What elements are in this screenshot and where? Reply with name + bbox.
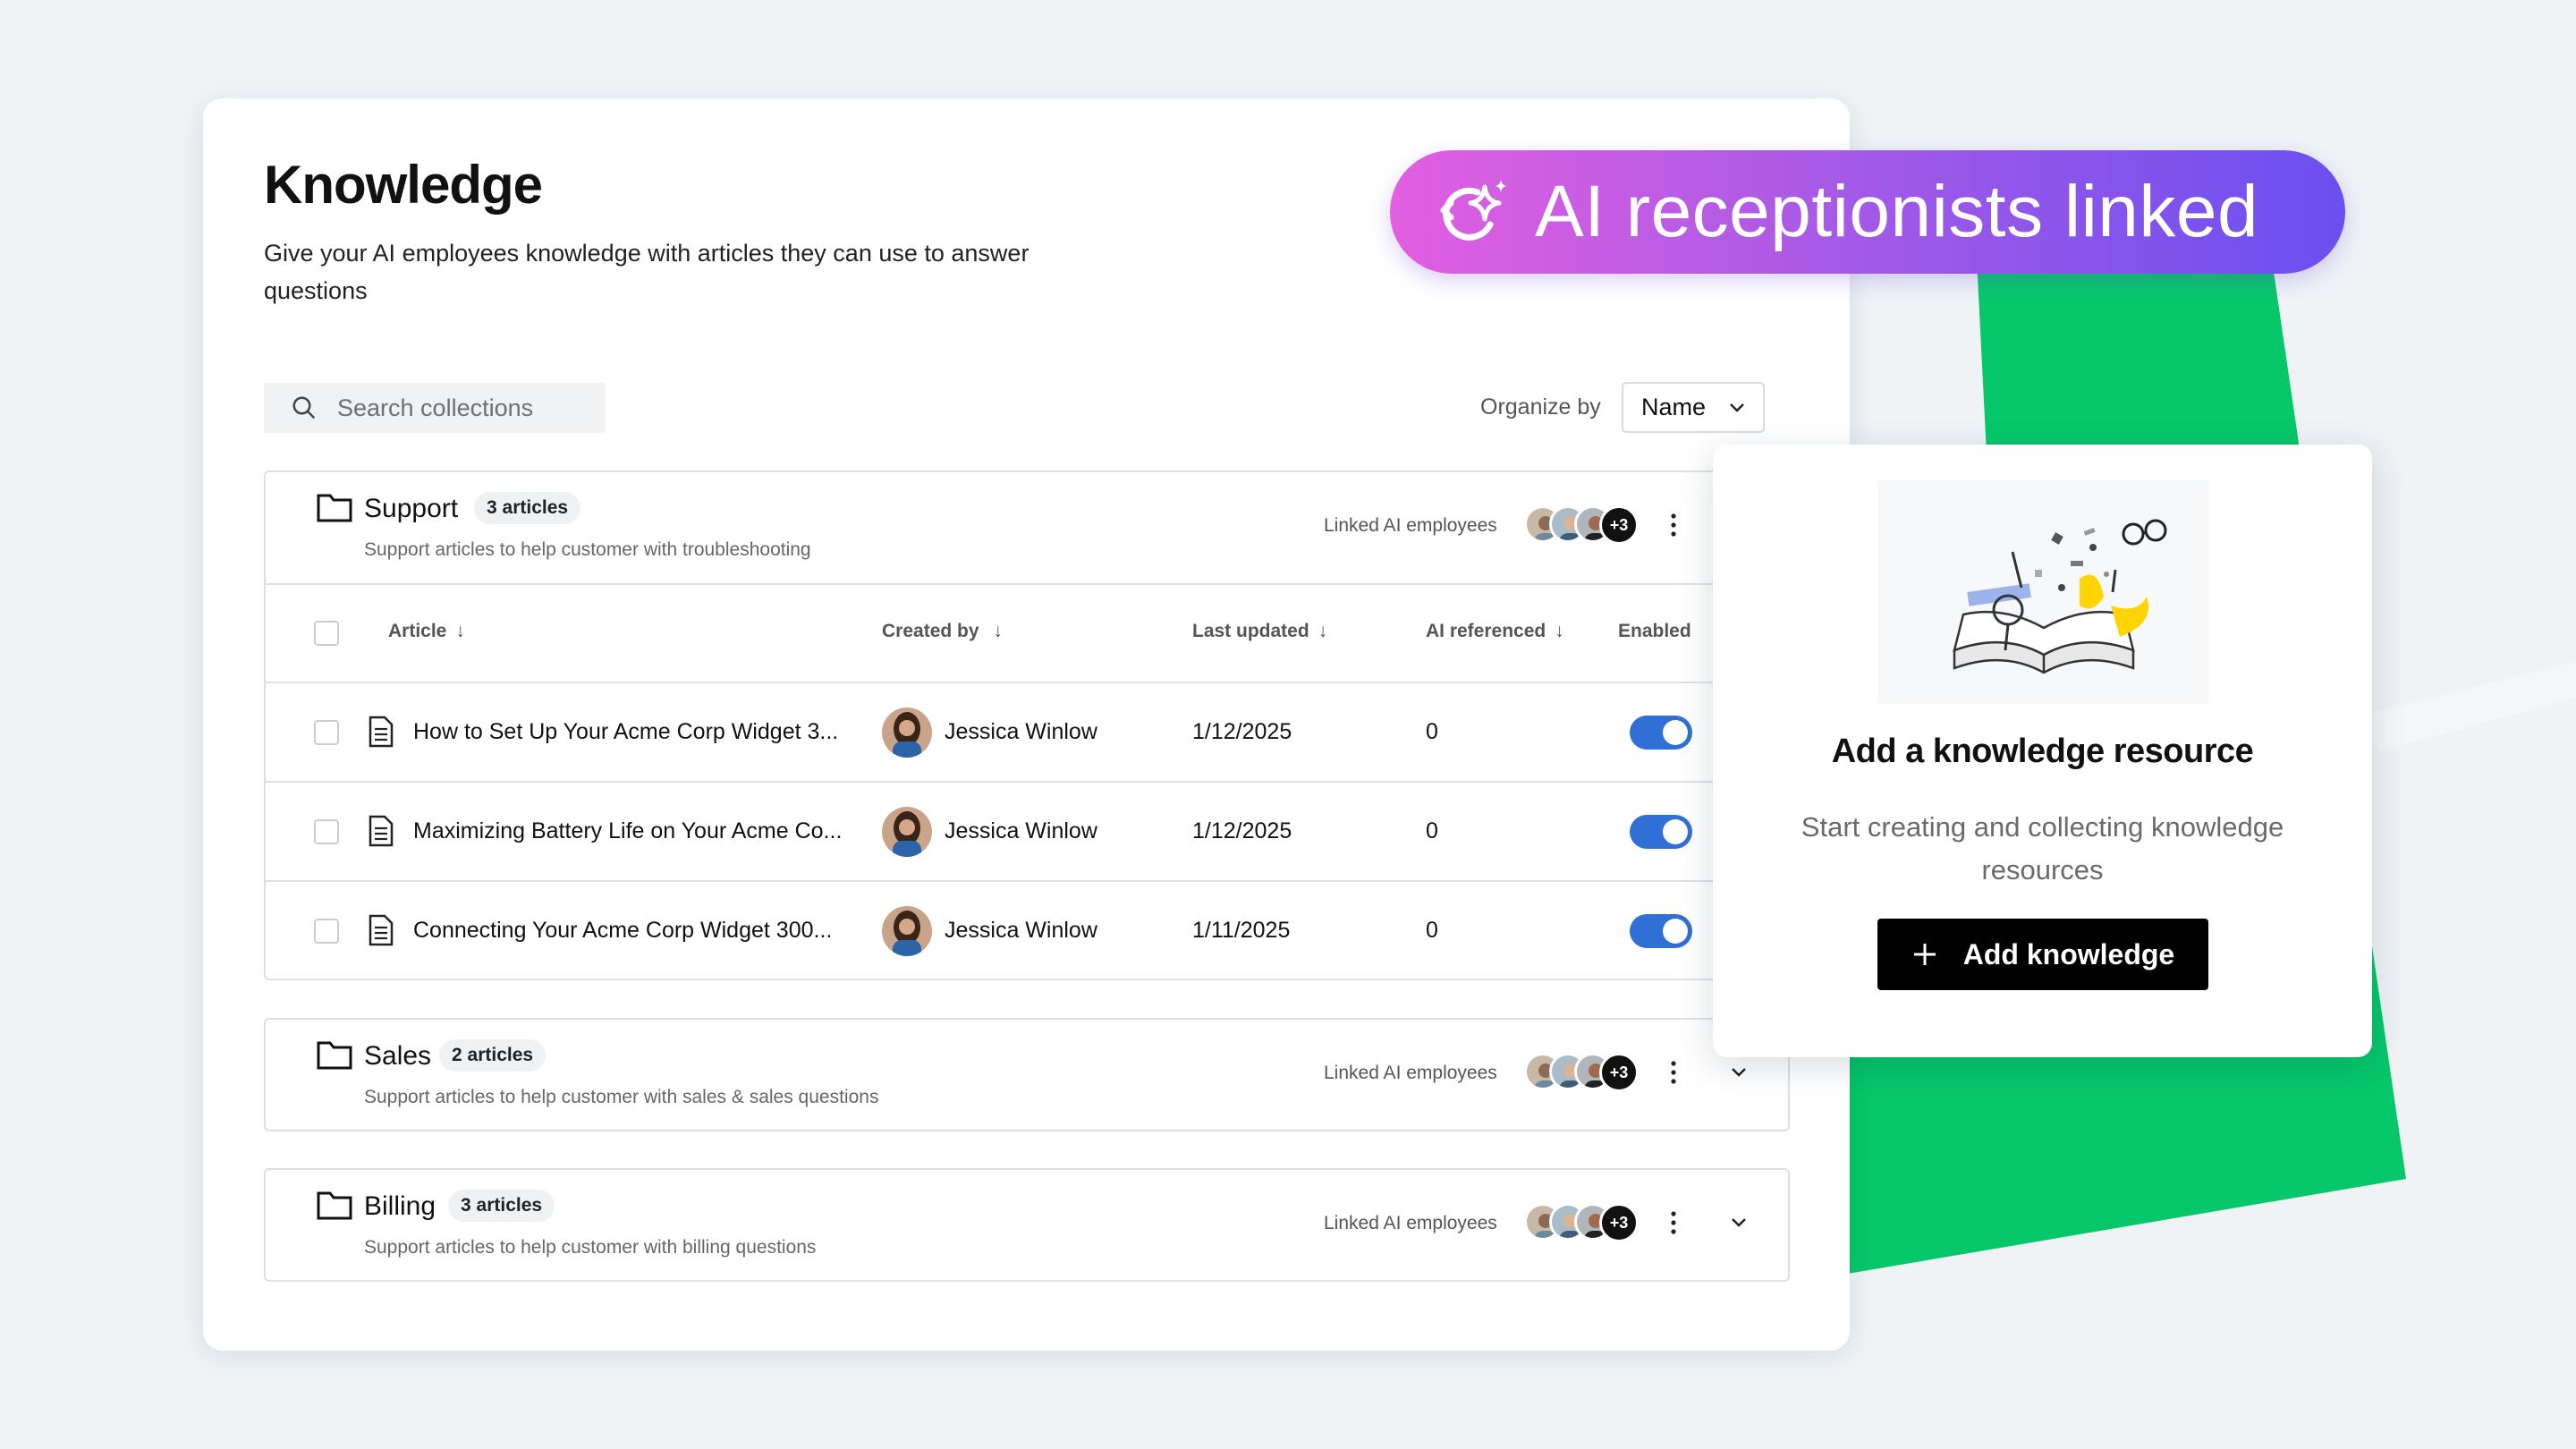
add-knowledge-label: Add knowledge [1962,937,2175,970]
search-icon [292,396,316,419]
ai-referenced-count: 0 [1426,918,1438,943]
page-title: Knowledge [264,155,543,215]
table-row[interactable]: Maximizing Battery Life on Your Acme Co.… [266,781,1788,880]
author-name: Jessica Winlow [945,719,1097,744]
row-checkbox[interactable] [314,720,339,745]
column-created-by[interactable]: Created by ↓ [882,621,1003,642]
card-title: Add a knowledge resource [1831,733,2254,770]
collection-sales[interactable]: Sales 2 articles Support articles to hel… [264,1018,1790,1131]
linked-ai-label: Linked AI employees [1324,1213,1497,1233]
plus-icon [1913,944,1936,965]
article-count-badge: 3 articles [474,492,581,524]
chevron-down-icon[interactable] [1730,1216,1748,1229]
article-title[interactable]: How to Set Up Your Acme Corp Widget 3... [413,719,838,745]
search-input[interactable]: Search collections [264,383,606,433]
sort-arrow-icon: ↓ [455,621,465,641]
sparkle-refresh-icon [1440,180,1506,241]
sort-arrow-icon: ↓ [1555,621,1564,641]
linked-ai-label: Linked AI employees [1324,1063,1497,1083]
ai-referenced-count: 0 [1426,818,1438,843]
row-checkbox[interactable] [314,819,339,844]
column-article[interactable]: Article ↓ [388,621,465,642]
ai-referenced-count: 0 [1426,719,1438,744]
table-header: Article ↓ Created by ↓ Last updated ↓ AI r… [266,583,1788,682]
more-options-icon[interactable] [1670,1209,1677,1236]
add-knowledge-card: Add a knowledge resource Start creating … [1713,445,2372,1057]
collection-description: Support articles to help customer with t… [364,539,811,560]
more-avatars-count: +3 [1599,1203,1639,1242]
article-title[interactable]: Connecting Your Acme Corp Widget 300... [413,918,832,944]
more-avatars-count: +3 [1599,505,1639,545]
collection-name: Support [364,494,459,523]
column-ai-referenced[interactable]: AI referenced ↓ [1426,621,1564,642]
sort-arrow-icon: ↓ [1318,621,1328,641]
collection-header[interactable]: Support 3 articles Support articles to h… [266,472,1788,583]
collection-billing[interactable]: Billing 3 articles Support articles to h… [264,1168,1790,1282]
last-updated: 1/12/2025 [1192,818,1292,843]
article-count-badge: 2 articles [439,1039,547,1072]
author-name: Jessica Winlow [945,818,1097,843]
article-count-badge: 3 articles [448,1190,555,1222]
document-icon [369,815,394,847]
folder-icon [317,1191,352,1220]
collection-header[interactable]: Sales 2 articles Support articles to hel… [266,1020,1788,1131]
enabled-toggle[interactable] [1630,716,1692,750]
select-all-checkbox[interactable] [314,621,339,646]
organize-value: Name [1641,394,1707,420]
linked-ai-avatars[interactable]: +3 [1524,505,1639,547]
document-icon [369,716,394,748]
table-row[interactable]: Connecting Your Acme Corp Widget 300... … [266,880,1788,979]
folder-icon [317,1041,352,1070]
chevron-down-icon [1730,402,1744,412]
chevron-down-icon[interactable] [1730,1066,1748,1079]
collection-name: Sales [364,1041,432,1071]
author-avatar [882,708,932,758]
collection-support: Support 3 articles Support articles to h… [264,470,1790,980]
table-row[interactable]: How to Set Up Your Acme Corp Widget 3...… [266,682,1788,781]
ai-receptionists-pill: AI receptionists linked [1390,150,2345,274]
collection-name: Billing [364,1191,436,1221]
organize-label: Organize by [1480,394,1601,419]
enabled-toggle[interactable] [1630,914,1692,948]
more-avatars-count: +3 [1599,1053,1639,1092]
pill-text: AI receptionists linked [1535,171,2259,252]
add-knowledge-button[interactable]: Add knowledge [1877,919,2208,990]
sort-arrow-icon: ↓ [987,621,1003,641]
linked-ai-avatars[interactable]: +3 [1524,1203,1639,1244]
column-enabled: Enabled [1618,621,1691,641]
card-description: Start creating and collecting knowledge … [1801,811,2284,886]
document-icon [369,914,394,946]
collection-description: Support articles to help customer with s… [364,1087,879,1107]
enabled-toggle[interactable] [1630,815,1692,849]
search-placeholder: Search collections [337,394,534,421]
more-options-icon[interactable] [1670,512,1677,538]
author-name: Jessica Winlow [945,918,1097,943]
linked-ai-label: Linked AI employees [1324,515,1497,536]
collection-header[interactable]: Billing 3 articles Support articles to h… [266,1170,1788,1281]
more-options-icon[interactable] [1670,1059,1677,1086]
last-updated: 1/11/2025 [1192,918,1291,943]
page-subtitle: Give your AI employees knowledge with ar… [264,240,1030,304]
folder-icon [317,494,352,522]
author-avatar [882,807,932,857]
column-last-updated[interactable]: Last updated ↓ [1192,621,1327,642]
collection-description: Support articles to help customer with b… [364,1237,817,1258]
row-checkbox[interactable] [314,919,339,944]
linked-ai-avatars[interactable]: +3 [1524,1053,1639,1094]
open-book-illustration [1878,480,2209,704]
organize-select[interactable]: Name [1622,382,1765,433]
article-title[interactable]: Maximizing Battery Life on Your Acme Co.… [413,818,842,844]
last-updated: 1/12/2025 [1192,719,1292,744]
author-avatar [882,906,932,956]
